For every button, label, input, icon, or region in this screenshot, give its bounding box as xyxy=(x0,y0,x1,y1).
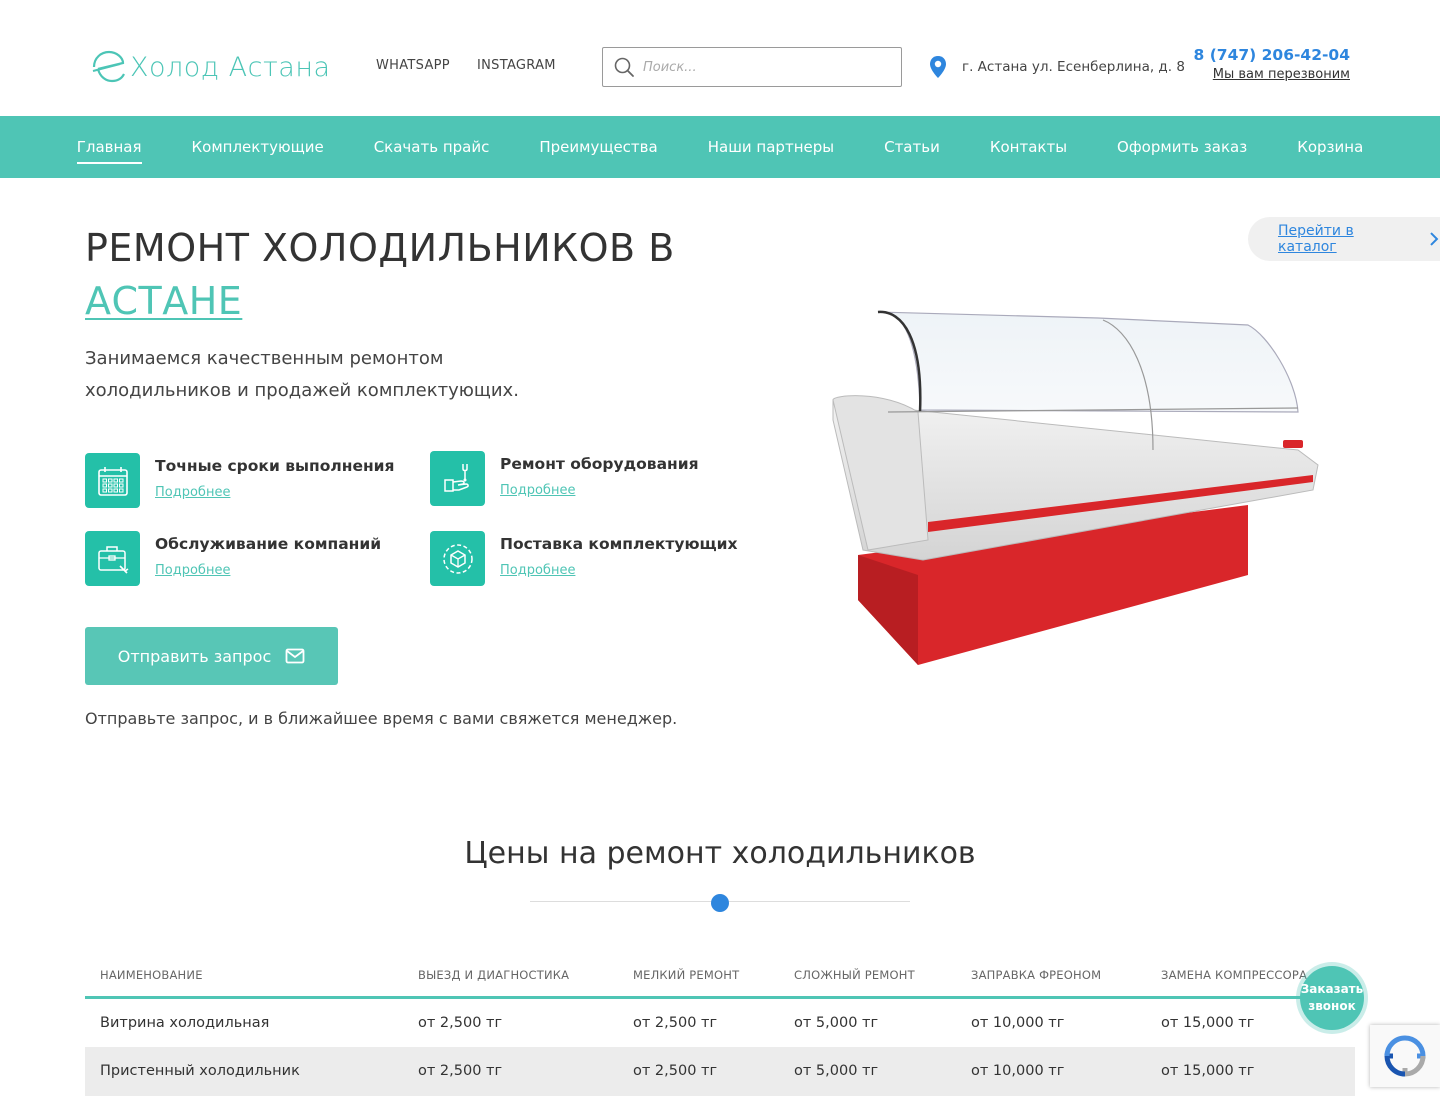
feature-title: Ремонт оборудования xyxy=(500,455,699,473)
recaptcha-badge[interactable] xyxy=(1370,1025,1440,1087)
cell: от 2,500 тг xyxy=(633,1014,718,1031)
calendar-icon xyxy=(85,453,140,508)
fridge-showcase-image xyxy=(832,310,1319,665)
hero-title: РЕМОНТ ХОЛОДИЛЬНИКОВ В АСТАНЕ xyxy=(85,222,805,328)
logo-text: Холод Астана xyxy=(130,51,331,83)
title-divider-dot xyxy=(711,894,729,912)
feature-repair: Ремонт оборудования Подробнее xyxy=(430,451,699,506)
feature-more-link[interactable]: Подробнее xyxy=(155,563,381,578)
nav-item-components[interactable]: Комплектующие xyxy=(192,132,324,162)
cell: от 5,000 тг xyxy=(794,1014,879,1031)
col-header: Мелкий ремонт xyxy=(618,950,779,999)
catalog-link-label: Перейти в каталог xyxy=(1278,223,1354,255)
location-pin-icon xyxy=(930,56,946,78)
col-header: Сложный ремонт xyxy=(779,950,956,999)
cell: Пристенный холодильник xyxy=(85,1046,403,1096)
table-header-row: Наименование Выезд и диагностика Мелкий … xyxy=(85,950,1355,999)
prices-title: Цены на ремонт холодильников xyxy=(464,836,976,871)
address-text: г. Астана ул. Есенберлина, д. 8 xyxy=(962,59,1185,75)
nav-item-download-price[interactable]: Скачать прайс xyxy=(374,132,490,162)
feature-supply: Поставка комплектующих Подробнее xyxy=(430,531,738,586)
feature-title: Точные сроки выполнения xyxy=(155,457,395,475)
nav-item-cart[interactable]: Корзина xyxy=(1297,132,1363,162)
main-nav: Главная Комплектующие Скачать прайс Преи… xyxy=(0,116,1440,178)
go-to-catalog-link[interactable]: Перейти в каталог xyxy=(1248,217,1440,261)
phone-block: 8 (747) 206-42-04 Мы вам перезвоним xyxy=(1194,46,1350,82)
recaptcha-icon xyxy=(1384,1035,1426,1077)
address-block: г. Астана ул. Есенберлина, д. 8 xyxy=(928,55,1185,79)
search-box xyxy=(602,47,902,87)
site-header: Холод Астана WHATSAPP INSTAGRAM г. Астан… xyxy=(0,0,1440,116)
feature-more-link[interactable]: Подробнее xyxy=(155,485,395,500)
cell: от 15,000 тг xyxy=(1146,1046,1355,1096)
search-icon[interactable] xyxy=(613,56,635,78)
cell: от 5,000 тг xyxy=(779,1046,956,1096)
feature-companies: Обслуживание компаний Подробнее xyxy=(85,531,381,586)
hero-title-accent[interactable]: АСТАНЕ xyxy=(85,275,805,328)
instagram-link[interactable]: INSTAGRAM xyxy=(477,58,556,73)
phone-number-link[interactable]: 8 (747) 206-42-04 xyxy=(1194,46,1350,64)
table-row: Пристенный холодильник от 2,500 тг от 2,… xyxy=(85,1046,1355,1096)
nav-item-contacts[interactable]: Контакты xyxy=(990,132,1067,162)
feature-title: Обслуживание компаний xyxy=(155,535,382,553)
toolbox-icon xyxy=(85,531,140,586)
hero-description: Занимаемся качественным ремонтом холодил… xyxy=(85,348,519,401)
col-header: Наименование xyxy=(85,950,403,999)
logo-leaf-icon xyxy=(92,50,125,83)
chevron-right-icon xyxy=(1430,232,1439,246)
col-header: Заправка фреоном xyxy=(956,950,1146,999)
callback-link[interactable]: Мы вам перезвоним xyxy=(1194,67,1350,82)
cell: от 2,500 тг xyxy=(618,1046,779,1096)
prices-table: Наименование Выезд и диагностика Мелкий … xyxy=(85,950,1355,1096)
cell: от 10,000 тг xyxy=(956,1046,1146,1096)
feature-more-link[interactable]: Подробнее xyxy=(500,483,699,498)
nav-item-partners[interactable]: Наши партнеры xyxy=(708,132,834,162)
feature-deadlines: Точные сроки выполнения Подробнее xyxy=(85,453,395,508)
order-call-line1: Заказать xyxy=(1300,982,1364,996)
gear-box-icon xyxy=(430,531,485,586)
send-request-label: Отправить запрос xyxy=(117,646,272,666)
nav-item-advantages[interactable]: Преимущества xyxy=(539,132,657,162)
site-logo[interactable]: Холод Астана xyxy=(90,47,331,87)
order-call-button[interactable]: Заказать звонок xyxy=(1300,966,1364,1030)
feature-more-link[interactable]: Подробнее xyxy=(500,563,738,578)
cell: Витрина холодильная xyxy=(100,1014,270,1031)
order-call-line2: звонок xyxy=(1308,999,1356,1013)
send-request-button[interactable]: Отправить запрос xyxy=(85,627,338,685)
search-input[interactable] xyxy=(643,59,883,75)
whatsapp-link[interactable]: WHATSAPP xyxy=(376,58,450,73)
cell: от 2,500 тг xyxy=(403,1046,618,1096)
send-note: Отправьте запрос, и в ближайшее время с … xyxy=(85,709,678,728)
col-header: Выезд и диагностика xyxy=(403,950,618,999)
repair-hand-icon xyxy=(430,451,485,506)
nav-item-order[interactable]: Оформить заказ xyxy=(1117,132,1247,162)
cell: от 2,500 тг xyxy=(418,1014,503,1031)
envelope-icon xyxy=(285,648,305,664)
cell: от 10,000 тг xyxy=(971,1014,1065,1031)
nav-item-articles[interactable]: Статьи xyxy=(884,132,940,162)
hero-title-main: РЕМОНТ ХОЛОДИЛЬНИКОВ В xyxy=(85,226,675,270)
feature-title: Поставка комплектующих xyxy=(500,535,738,553)
table-row: Витрина холодильная от 2,500 тг от 2,500… xyxy=(85,998,1355,1047)
nav-item-home[interactable]: Главная xyxy=(76,132,142,164)
